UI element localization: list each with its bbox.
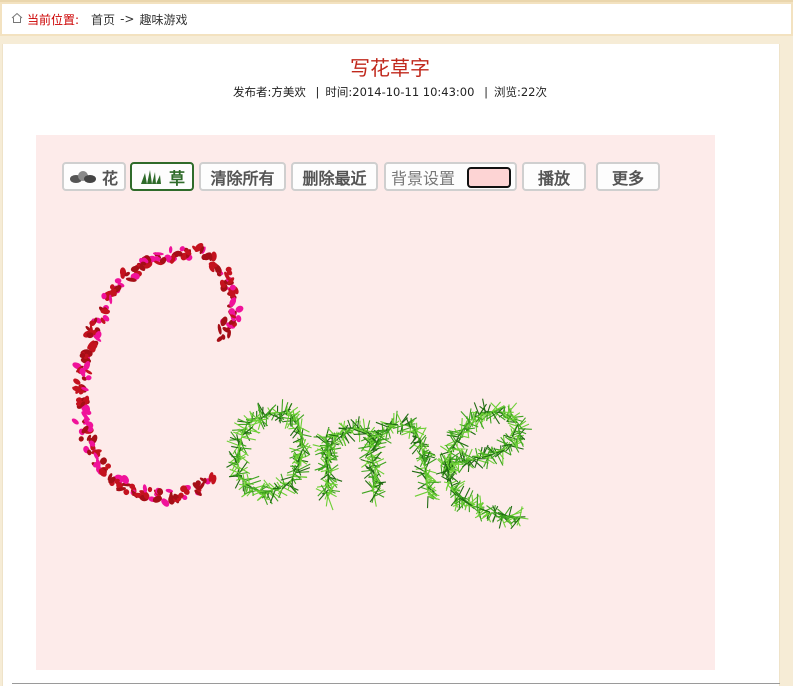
grass-icon: [139, 169, 163, 185]
more-button[interactable]: 更多: [596, 162, 660, 191]
background-setting-button[interactable]: 背景设置: [384, 162, 517, 191]
meta-divider: |: [315, 85, 320, 99]
publisher-name: 方美欢: [271, 85, 306, 99]
flower-letter-c: [71, 242, 244, 507]
footer-divider: [12, 683, 780, 684]
view-count: 22次: [520, 85, 547, 99]
time-label: 时间:: [325, 85, 353, 99]
publisher-label: 发布者:: [233, 85, 272, 99]
breadcrumb-label: 当前位置:: [27, 12, 80, 27]
page-title: 写花草字: [350, 56, 430, 80]
publish-time: 2014-10-11 10:43:00: [352, 85, 475, 99]
breadcrumb: 当前位置: 首页 -> 趣味游戏: [2, 4, 791, 34]
handwriting-strokes: [71, 242, 532, 530]
home-icon: [11, 12, 25, 26]
flower-icon: [69, 170, 96, 184]
grass-button-label: 草: [168, 168, 185, 188]
breadcrumb-current-link[interactable]: 趣味游戏: [139, 11, 187, 28]
clear-all-button[interactable]: 清除所有: [199, 162, 286, 191]
flower-button-label: 花: [101, 168, 118, 188]
play-button[interactable]: 播放: [522, 162, 586, 191]
grass-letters-ome: [226, 398, 532, 530]
breadcrumb-separator: ->: [120, 12, 135, 26]
background-setting-label: 背景设置: [391, 168, 456, 188]
delete-last-button[interactable]: 删除最近: [291, 162, 378, 191]
article-meta: 发布者:方美欢 | 时间:2014-10-11 10:43:00 | 浏览:22次: [0, 84, 780, 100]
grass-button[interactable]: 草: [130, 162, 194, 191]
flower-button[interactable]: 花: [62, 162, 126, 191]
meta-divider: |: [484, 85, 488, 99]
breadcrumb-home-link[interactable]: 首页: [91, 11, 115, 28]
background-color-swatch[interactable]: [467, 167, 511, 188]
views-label: 浏览:: [493, 85, 521, 99]
